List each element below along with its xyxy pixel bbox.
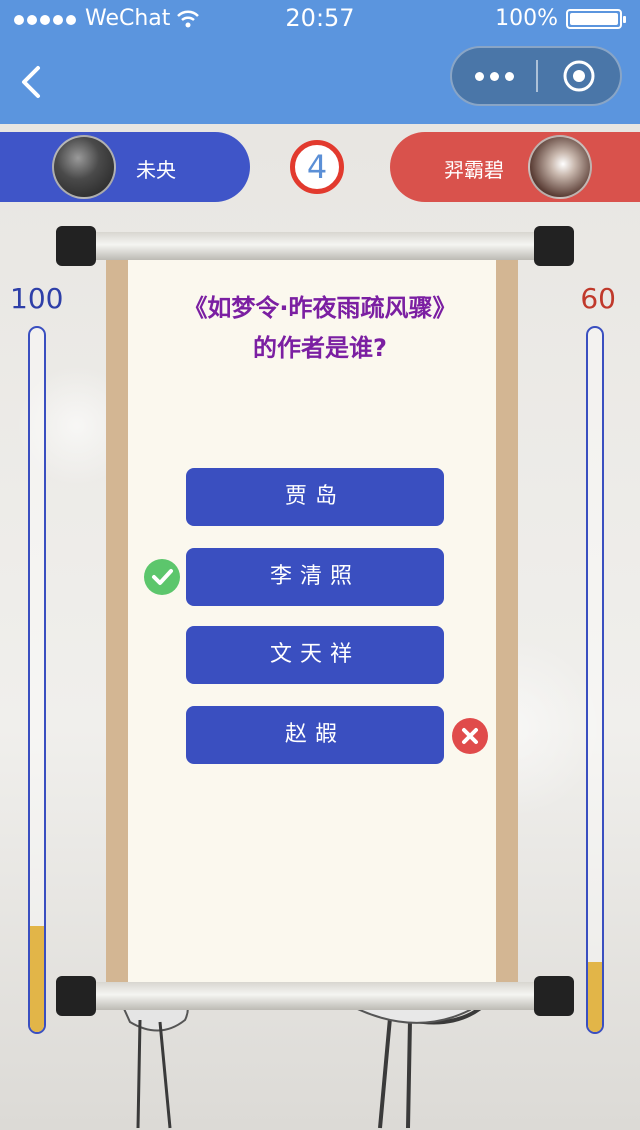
option-button-3[interactable]: 文天祥: [186, 626, 444, 684]
more-button[interactable]: [452, 71, 536, 81]
option-button-4[interactable]: 赵嘏: [186, 706, 444, 764]
battery-area: 100%: [495, 6, 626, 31]
player-me-score: 100: [10, 282, 64, 315]
option-button-2[interactable]: 李清照: [186, 548, 444, 606]
scroll-paper: [128, 260, 496, 990]
mini-program-capsule: [450, 46, 622, 106]
question-line-2: 的作者是谁?: [253, 334, 387, 362]
player-me-name: 未央: [136, 158, 176, 182]
scroll-top-rod: [56, 226, 574, 266]
avatar[interactable]: [52, 135, 116, 199]
player-opponent-panel: 羿霸碧: [390, 132, 640, 202]
battery-percent: 100%: [495, 6, 558, 31]
status-bar: WeChat 20:57 100%: [0, 0, 640, 40]
player-opponent-score: 60: [580, 282, 616, 315]
player-me-progress-bar: [28, 326, 46, 1034]
option-button-1[interactable]: 贾岛: [186, 468, 444, 526]
player-opponent-progress-fill: [588, 961, 602, 1032]
question-line-1: 《如梦令·昨夜雨疏风骤》: [183, 294, 457, 322]
avatar[interactable]: [528, 135, 592, 199]
player-opponent-progress-bar: [586, 326, 604, 1034]
player-me-panel: 未央: [0, 132, 250, 202]
more-dots-icon: [474, 71, 484, 81]
target-icon: [563, 60, 595, 92]
question-text: 《如梦令·昨夜雨疏风骤》 的作者是谁?: [140, 288, 500, 368]
back-chevron-icon: [22, 66, 40, 98]
nav-bar: [0, 40, 640, 124]
check-circle-icon: [144, 559, 180, 595]
back-button[interactable]: [14, 62, 54, 102]
cross-circle-icon: [452, 718, 488, 754]
battery-icon: [566, 8, 626, 29]
close-mini-program-button[interactable]: [538, 59, 620, 93]
round-counter: 4: [290, 140, 344, 194]
player-opponent-name: 羿霸碧: [444, 158, 504, 182]
scroll-bottom-rod: [56, 976, 574, 1016]
player-me-progress-fill: [30, 926, 44, 1032]
